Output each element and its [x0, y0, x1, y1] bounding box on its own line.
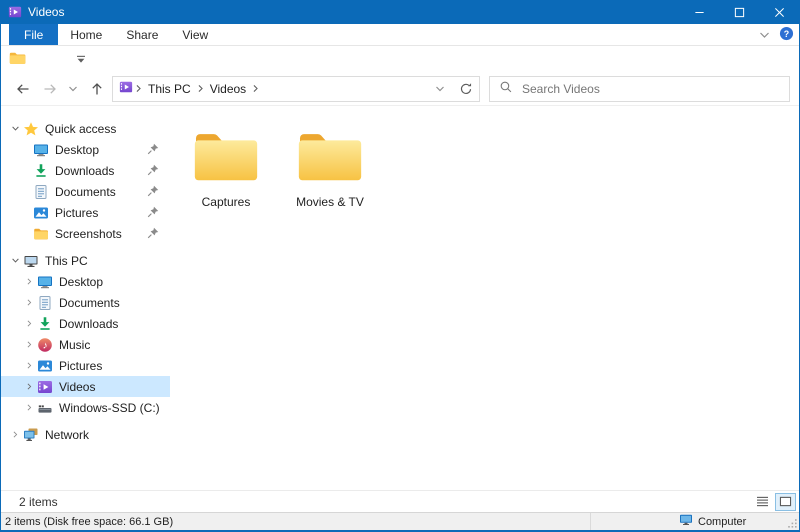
folder-icon: [293, 126, 367, 189]
tab-file[interactable]: File: [9, 24, 58, 45]
folder-icon: [33, 226, 49, 242]
maximize-button[interactable]: [719, 0, 759, 24]
chevron-right-icon[interactable]: [23, 319, 35, 328]
this-pc-icon: [23, 253, 39, 269]
svg-text:♪: ♪: [43, 340, 48, 351]
location-videos-icon: [119, 80, 133, 97]
search-icon: [499, 80, 513, 97]
disk-free-space-status: 2 items (Disk free space: 66.1 GB): [1, 516, 590, 528]
computer-icon: [679, 514, 693, 529]
window-title: Videos: [28, 5, 679, 19]
sidebar-item-network[interactable]: Network: [1, 424, 170, 445]
back-button[interactable]: [9, 75, 36, 103]
pin-icon[interactable]: [147, 185, 159, 200]
sidebar-item-this-pc[interactable]: This PC: [1, 250, 170, 271]
navigation-pane: Quick access Desktop Downloads Documents: [1, 106, 170, 490]
drive-icon: [37, 400, 53, 416]
file-list[interactable]: Captures Movies & TV: [170, 106, 799, 490]
sidebar-item-pictures-pc[interactable]: Pictures: [1, 355, 170, 376]
refresh-icon[interactable]: [453, 77, 479, 101]
network-icon: [23, 427, 39, 443]
sidebar-item-documents-qa[interactable]: Documents: [1, 181, 170, 202]
sidebar-item-downloads-qa[interactable]: Downloads: [1, 160, 170, 181]
pin-icon[interactable]: [147, 227, 159, 242]
titlebar: Videos: [1, 0, 799, 24]
address-dropdown-icon[interactable]: [427, 77, 453, 101]
resize-grip[interactable]: [787, 518, 798, 529]
tab-view[interactable]: View: [170, 24, 220, 45]
search-input[interactable]: [520, 81, 789, 97]
chevron-right-icon[interactable]: [23, 361, 35, 370]
documents-icon: [37, 295, 53, 311]
downloads-icon: [33, 163, 49, 179]
sidebar-item-videos[interactable]: Videos: [1, 376, 170, 397]
details-view-button[interactable]: [752, 493, 773, 511]
pictures-icon: [37, 358, 53, 374]
sidebar-item-documents-pc[interactable]: Documents: [1, 292, 170, 313]
folder-tile-captures[interactable]: Captures: [178, 126, 274, 209]
sidebar-item-desktop-qa[interactable]: Desktop: [1, 139, 170, 160]
tab-share[interactable]: Share: [114, 24, 170, 45]
pin-icon[interactable]: [147, 143, 159, 158]
close-button[interactable]: [759, 0, 799, 24]
chevron-down-icon[interactable]: [9, 124, 21, 133]
music-icon: ♪: [37, 337, 53, 353]
sidebar-item-desktop-pc[interactable]: Desktop: [1, 271, 170, 292]
folder-tile-movies-tv[interactable]: Movies & TV: [282, 126, 378, 209]
sidebar-item-screenshots-qa[interactable]: Screenshots: [1, 223, 170, 244]
desktop-icon: [33, 142, 49, 158]
pictures-icon: [33, 205, 49, 221]
status-bar: 2 items: [1, 490, 799, 512]
breadcrumb-chevron-icon[interactable]: [195, 84, 206, 93]
folder-icon[interactable]: [9, 51, 26, 68]
qat-customize-icon[interactable]: [76, 55, 86, 64]
sidebar-item-windows-ssd[interactable]: Windows-SSD (C:): [1, 397, 170, 418]
recent-locations-icon[interactable]: [63, 75, 83, 103]
computer-label: Computer: [698, 516, 746, 528]
expand-ribbon-icon[interactable]: [759, 28, 770, 42]
documents-icon: [33, 184, 49, 200]
computer-status-cell: Computer: [590, 513, 799, 530]
large-icons-view-button[interactable]: [775, 493, 796, 511]
footer-status-strip: 2 items (Disk free space: 66.1 GB) Compu…: [1, 512, 799, 530]
breadcrumb-chevron-icon[interactable]: [133, 84, 144, 93]
pin-icon[interactable]: [147, 206, 159, 221]
folder-name: Movies & TV: [296, 195, 364, 209]
chevron-right-icon[interactable]: [9, 430, 21, 439]
desktop-icon: [37, 274, 53, 290]
sidebar-item-pictures-qa[interactable]: Pictures: [1, 202, 170, 223]
file-explorer-window: Videos File Home Share View ?: [0, 0, 800, 532]
help-icon[interactable]: ?: [779, 26, 794, 44]
folder-name: Captures: [202, 195, 251, 209]
sidebar-item-quick-access[interactable]: Quick access: [1, 118, 170, 139]
navigation-bar: This PC Videos: [1, 72, 799, 106]
chevron-right-icon[interactable]: [23, 277, 35, 286]
videos-icon: [37, 379, 53, 395]
ribbon-tab-bar: File Home Share View ?: [1, 24, 799, 46]
chevron-right-icon[interactable]: [23, 298, 35, 307]
forward-button[interactable]: [36, 75, 63, 103]
quick-access-toolbar: [1, 46, 799, 72]
pin-icon[interactable]: [147, 164, 159, 179]
chevron-right-icon[interactable]: [23, 403, 35, 412]
breadcrumb-chevron-icon[interactable]: [250, 84, 261, 93]
star-icon: [23, 121, 39, 137]
tab-home[interactable]: Home: [58, 24, 114, 45]
svg-text:?: ?: [784, 28, 789, 38]
item-count: 2 items: [19, 495, 58, 509]
breadcrumb-this-pc[interactable]: This PC: [144, 82, 195, 96]
sidebar-item-music[interactable]: ♪ Music: [1, 334, 170, 355]
downloads-icon: [37, 316, 53, 332]
sidebar-item-downloads-pc[interactable]: Downloads: [1, 313, 170, 334]
breadcrumb-videos[interactable]: Videos: [206, 82, 250, 96]
minimize-button[interactable]: [679, 0, 719, 24]
search-box[interactable]: [489, 76, 790, 102]
chevron-right-icon[interactable]: [23, 382, 35, 391]
up-button[interactable]: [83, 75, 110, 103]
chevron-right-icon[interactable]: [23, 340, 35, 349]
folder-icon: [189, 126, 263, 189]
chevron-down-icon[interactable]: [9, 256, 21, 265]
address-bar[interactable]: This PC Videos: [112, 76, 480, 102]
videos-app-icon[interactable]: [8, 5, 22, 19]
